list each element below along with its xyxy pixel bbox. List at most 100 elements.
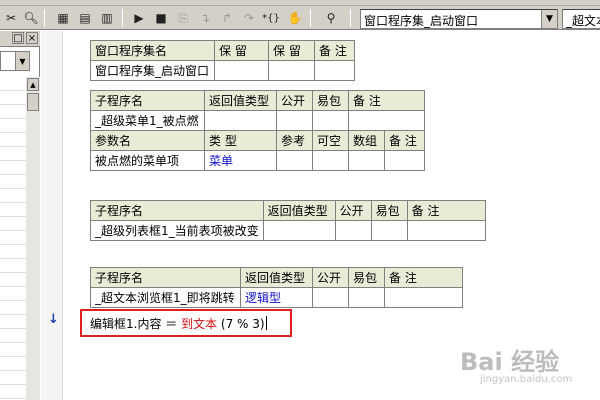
table-header: 子程序名: [90, 200, 264, 221]
form-icon[interactable]: ▤: [76, 9, 94, 27]
toolbar-separator: [310, 9, 311, 27]
left-panel-dropdown[interactable]: ▼: [0, 51, 30, 71]
sub-combo-value: _超文本: [566, 14, 600, 28]
cut-icon[interactable]: ✂: [2, 9, 20, 27]
assembly-table: 窗口程序集名 保 留 保 留 备 注 窗口程序集_启动窗口: [90, 40, 355, 81]
table-cell[interactable]: [406, 220, 486, 241]
code-lhs: 编辑框1.内容 ＝: [90, 317, 182, 331]
table-header: 返回值类型: [240, 267, 313, 288]
return-type-cell[interactable]: 逻辑型: [240, 287, 313, 308]
table-cell[interactable]: [268, 60, 315, 81]
left-panel: □ × ▼ ▲: [0, 31, 40, 400]
toolbar-separator: [122, 9, 123, 27]
table-cell[interactable]: [204, 110, 277, 131]
sub2-table: 子程序名 返回值类型 公开 易包 备 注 _超级列表框1_当前表项被改变: [90, 200, 486, 241]
left-panel-header: □ ×: [0, 31, 40, 47]
toggle-breakpoint-icon[interactable]: *{}: [262, 9, 280, 27]
sub-name-cell[interactable]: _超级列表框1_当前表项被改变: [90, 220, 264, 241]
hand-icon[interactable]: ✋: [286, 9, 304, 27]
menu-strip: [0, 0, 600, 6]
table-header: 子程序名: [90, 267, 241, 288]
table-cell[interactable]: [312, 110, 349, 131]
table-header: 备 注: [314, 40, 355, 61]
table-cell[interactable]: [348, 287, 385, 308]
table-cell[interactable]: [348, 110, 425, 131]
table-cell[interactable]: [312, 287, 349, 308]
table-header: 公开: [334, 200, 372, 221]
find-text-icon[interactable]: 🔍︎: [22, 9, 40, 27]
table-header: 公开: [276, 90, 313, 111]
table-header: 易包: [370, 200, 408, 221]
table-header: 备 注: [348, 90, 425, 111]
table-cell[interactable]: [384, 150, 425, 171]
chevron-down-icon[interactable]: ▼: [541, 10, 557, 28]
watermark: Bai 经验 jingyan.baidu.com: [460, 340, 600, 396]
table-cell[interactable]: [276, 150, 313, 171]
close-icon[interactable]: ×: [26, 32, 38, 44]
table-header: 备 注: [384, 130, 425, 151]
run-to-cursor-icon[interactable]: ↷: [240, 9, 258, 27]
table-header: 参数名: [90, 130, 205, 151]
watermark-url: jingyan.baidu.com: [480, 374, 573, 385]
sub-name-cell[interactable]: _超文本浏览框1_即将跳转: [90, 287, 241, 308]
toolbar-separator: [44, 9, 45, 27]
run-icon[interactable]: ▶: [130, 9, 148, 27]
scroll-up-icon[interactable]: ▲: [27, 78, 39, 91]
step-out-icon[interactable]: ↱: [218, 9, 236, 27]
sub-combo[interactable]: _超文本: [562, 9, 600, 29]
table-header: 保 留: [214, 40, 269, 61]
scroll-thumb[interactable]: [27, 93, 39, 111]
toolbar-separator: [350, 9, 351, 27]
table-header: 窗口程序集名: [90, 40, 215, 61]
step-icon[interactable]: ⎘: [174, 9, 192, 27]
text-caret: [265, 316, 267, 330]
table-header: 数组: [348, 130, 385, 151]
watermark-logo: Bai 经验: [460, 348, 560, 376]
sub1-table: 子程序名 返回值类型 公开 易包 备 注 _超级菜单1_被点燃 参数名 类 型 …: [90, 90, 425, 171]
toolbar: ✂ 🔍︎ ▦ ▤ ▥ ▶ ■ ⎘ ↴ ↱ ↷ *{} ✋ ⚲ 窗口程序集_启动窗…: [0, 0, 600, 30]
table-cell[interactable]: [334, 220, 372, 241]
code-line-text[interactable]: 编辑框1.内容 ＝ 到文本 (7 % 3): [90, 315, 267, 332]
left-panel-list[interactable]: [0, 77, 26, 400]
stop-icon[interactable]: ■: [152, 9, 170, 27]
find-icon[interactable]: ⚲: [322, 9, 340, 27]
table-cell[interactable]: [370, 220, 408, 241]
chevron-down-icon[interactable]: ▼: [15, 52, 29, 70]
table-cell[interactable]: [276, 110, 313, 131]
table-cell[interactable]: [314, 60, 355, 81]
param-name-cell[interactable]: 被点燃的菜单项: [90, 150, 205, 171]
assembly-name-cell[interactable]: 窗口程序集_启动窗口: [90, 60, 215, 81]
param-type-cell[interactable]: 菜单: [204, 150, 277, 171]
table-header: 备 注: [406, 200, 486, 221]
sub-name-cell[interactable]: _超级菜单1_被点燃: [90, 110, 205, 131]
minimize-icon[interactable]: □: [12, 32, 24, 44]
table-cell[interactable]: [214, 60, 269, 81]
table-header: 保 留: [268, 40, 315, 61]
code-line[interactable]: 编辑框1.内容 ＝ 到文本 (7 % 3): [80, 309, 292, 337]
table-header: 参考: [276, 130, 313, 151]
table-header: 公开: [312, 267, 349, 288]
table-header: 返回值类型: [204, 90, 277, 111]
table-header: 子程序名: [90, 90, 205, 111]
current-line-arrow-icon: ↓: [48, 312, 59, 327]
window-icon[interactable]: ▦: [54, 9, 72, 27]
table-header: 类 型: [204, 130, 277, 151]
table-header: 返回值类型: [262, 200, 336, 221]
table-cell[interactable]: [348, 150, 385, 171]
step-into-icon[interactable]: ↴: [196, 9, 214, 27]
table-header: 易包: [312, 90, 349, 111]
table-cell[interactable]: [384, 287, 463, 308]
table-header: 可空: [312, 130, 349, 151]
table-header: 易包: [348, 267, 385, 288]
table-header: 备 注: [384, 267, 463, 288]
list-icon[interactable]: ▥: [98, 9, 116, 27]
editor-gutter: [41, 31, 63, 400]
code-function: 到文本: [181, 317, 218, 331]
sub3-table: 子程序名 返回值类型 公开 易包 备 注 _超文本浏览框1_即将跳转 逻辑型: [90, 267, 463, 308]
object-combo-value: 窗口程序集_启动窗口: [364, 14, 479, 28]
left-panel-scrollbar[interactable]: ▲: [26, 77, 40, 400]
code-args: (7 % 3): [217, 317, 265, 331]
table-cell[interactable]: [262, 220, 336, 241]
table-cell[interactable]: [312, 150, 349, 171]
object-combo[interactable]: 窗口程序集_启动窗口 ▼: [360, 9, 558, 29]
